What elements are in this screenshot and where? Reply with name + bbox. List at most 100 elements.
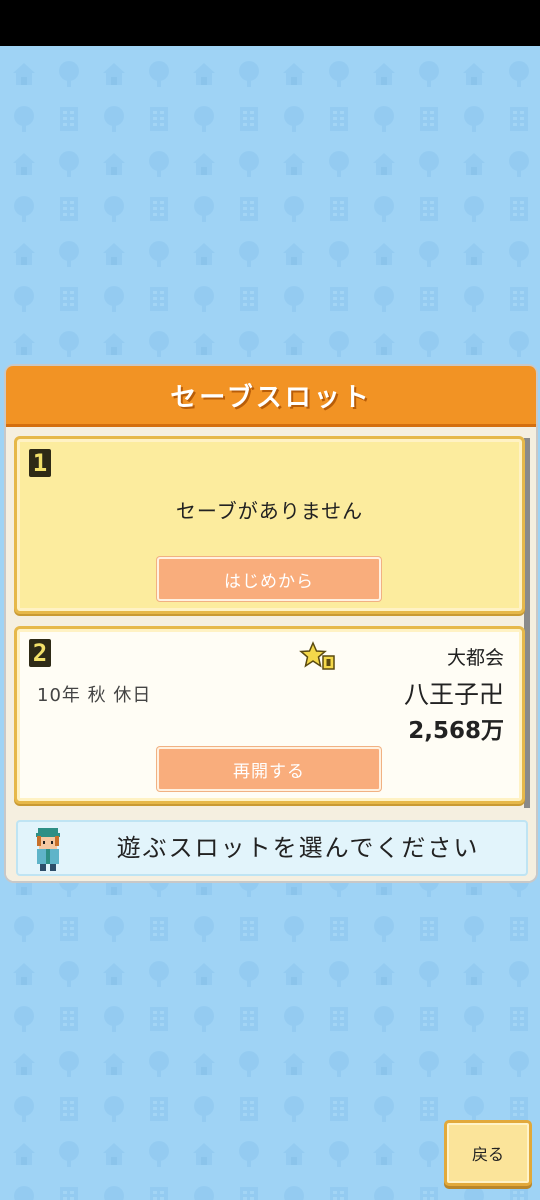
save-date-label: 10年 秋 休日 — [37, 685, 152, 706]
background-building-icon — [240, 287, 258, 311]
background-tree-icon — [284, 196, 304, 222]
background-building-icon — [240, 107, 258, 131]
background-building-icon — [510, 1097, 528, 1121]
background-house-icon — [463, 963, 485, 985]
background-tree-icon — [329, 961, 349, 987]
background-tree-icon — [194, 106, 214, 132]
background-tree-icon — [509, 61, 529, 87]
background-house-icon — [283, 963, 305, 985]
background-tree-icon — [374, 1096, 394, 1122]
background-building-icon — [150, 917, 168, 941]
background-tree-icon — [464, 1006, 484, 1032]
background-tree-icon — [194, 1096, 214, 1122]
background-building-icon — [150, 197, 168, 221]
background-tree-icon — [509, 241, 529, 267]
background-tree-icon — [59, 1141, 79, 1167]
background-tree-icon — [464, 196, 484, 222]
background-house-icon — [103, 243, 125, 265]
background-tree-icon — [284, 286, 304, 312]
background-tree-icon — [464, 286, 484, 312]
background-tree-icon — [374, 196, 394, 222]
background-house-icon — [193, 63, 215, 85]
background-house-icon — [13, 153, 35, 175]
save-slot-dialog: セーブスロット 1 セーブがありません はじめから 2 大都会 10年 秋 休日… — [6, 366, 536, 881]
background-building-icon — [60, 197, 78, 221]
background-house-icon — [103, 963, 125, 985]
background-house-icon — [103, 1143, 125, 1165]
background-building-icon — [60, 1187, 78, 1200]
back-button[interactable]: 戻る — [444, 1120, 532, 1186]
background-tree-icon — [374, 1006, 394, 1032]
background-tree-icon — [104, 286, 124, 312]
background-tree-icon — [194, 196, 214, 222]
background-tree-icon — [509, 1051, 529, 1077]
background-building-icon — [510, 1007, 528, 1031]
save-slot-2[interactable]: 2 大都会 10年 秋 休日 八王子卍 2,568万 再開する — [14, 626, 525, 804]
background-tree-icon — [284, 916, 304, 942]
background-house-icon — [283, 243, 305, 265]
background-tree-icon — [149, 151, 169, 177]
background-tree-icon — [509, 151, 529, 177]
background-tree-icon — [239, 151, 259, 177]
background-tree-icon — [509, 331, 529, 357]
resume-button[interactable]: 再開する — [157, 747, 381, 791]
background-tree-icon — [419, 331, 439, 357]
background-building-icon — [240, 197, 258, 221]
background-tree-icon — [464, 1186, 484, 1200]
background-house-icon — [373, 1143, 395, 1165]
background-tree-icon — [59, 331, 79, 357]
save-slot-1[interactable]: 1 セーブがありません はじめから — [14, 436, 525, 614]
background-tree-icon — [14, 1096, 34, 1122]
background-tree-icon — [419, 961, 439, 987]
background-tree-icon — [104, 1096, 124, 1122]
background-house-icon — [463, 153, 485, 175]
background-building-icon — [420, 917, 438, 941]
background-building-icon — [420, 1097, 438, 1121]
background-building-icon — [330, 1007, 348, 1031]
background-house-icon — [103, 153, 125, 175]
background-tree-icon — [239, 241, 259, 267]
background-tree-icon — [329, 1141, 349, 1167]
background-building-icon — [330, 1187, 348, 1200]
background-house-icon — [103, 63, 125, 85]
background-house-icon — [463, 1053, 485, 1075]
guide-character-icon — [36, 828, 60, 871]
background-tree-icon — [284, 1006, 304, 1032]
slot-number-badge: 2 — [29, 639, 51, 667]
background-tree-icon — [14, 916, 34, 942]
money-label: 2,568万 — [408, 718, 504, 744]
background-house-icon — [283, 333, 305, 355]
background-tree-icon — [329, 241, 349, 267]
background-tree-icon — [284, 1096, 304, 1122]
background-building-icon — [330, 287, 348, 311]
background-building-icon — [240, 1187, 258, 1200]
background-tree-icon — [329, 61, 349, 87]
background-tree-icon — [419, 1141, 439, 1167]
start-new-button[interactable]: はじめから — [157, 557, 381, 601]
background-tree-icon — [14, 286, 34, 312]
background-house-icon — [193, 243, 215, 265]
background-tree-icon — [14, 196, 34, 222]
background-tree-icon — [374, 1186, 394, 1200]
background-tree-icon — [149, 61, 169, 87]
background-house-icon — [103, 333, 125, 355]
background-building-icon — [240, 917, 258, 941]
background-tree-icon — [329, 331, 349, 357]
city-name-label: 八王子卍 — [403, 680, 504, 709]
background-house-icon — [373, 243, 395, 265]
background-house-icon — [283, 1053, 305, 1075]
background-house-icon — [13, 1053, 35, 1075]
background-tree-icon — [59, 961, 79, 987]
background-building-icon — [60, 1007, 78, 1031]
background-house-icon — [463, 63, 485, 85]
background-building-icon — [420, 107, 438, 131]
background-tree-icon — [104, 1186, 124, 1200]
background-house-icon — [373, 153, 395, 175]
background-house-icon — [13, 1143, 35, 1165]
background-building-icon — [240, 1097, 258, 1121]
background-tree-icon — [104, 916, 124, 942]
background-house-icon — [283, 1143, 305, 1165]
background-building-icon — [240, 1007, 258, 1031]
background-tree-icon — [149, 331, 169, 357]
background-house-icon — [193, 153, 215, 175]
